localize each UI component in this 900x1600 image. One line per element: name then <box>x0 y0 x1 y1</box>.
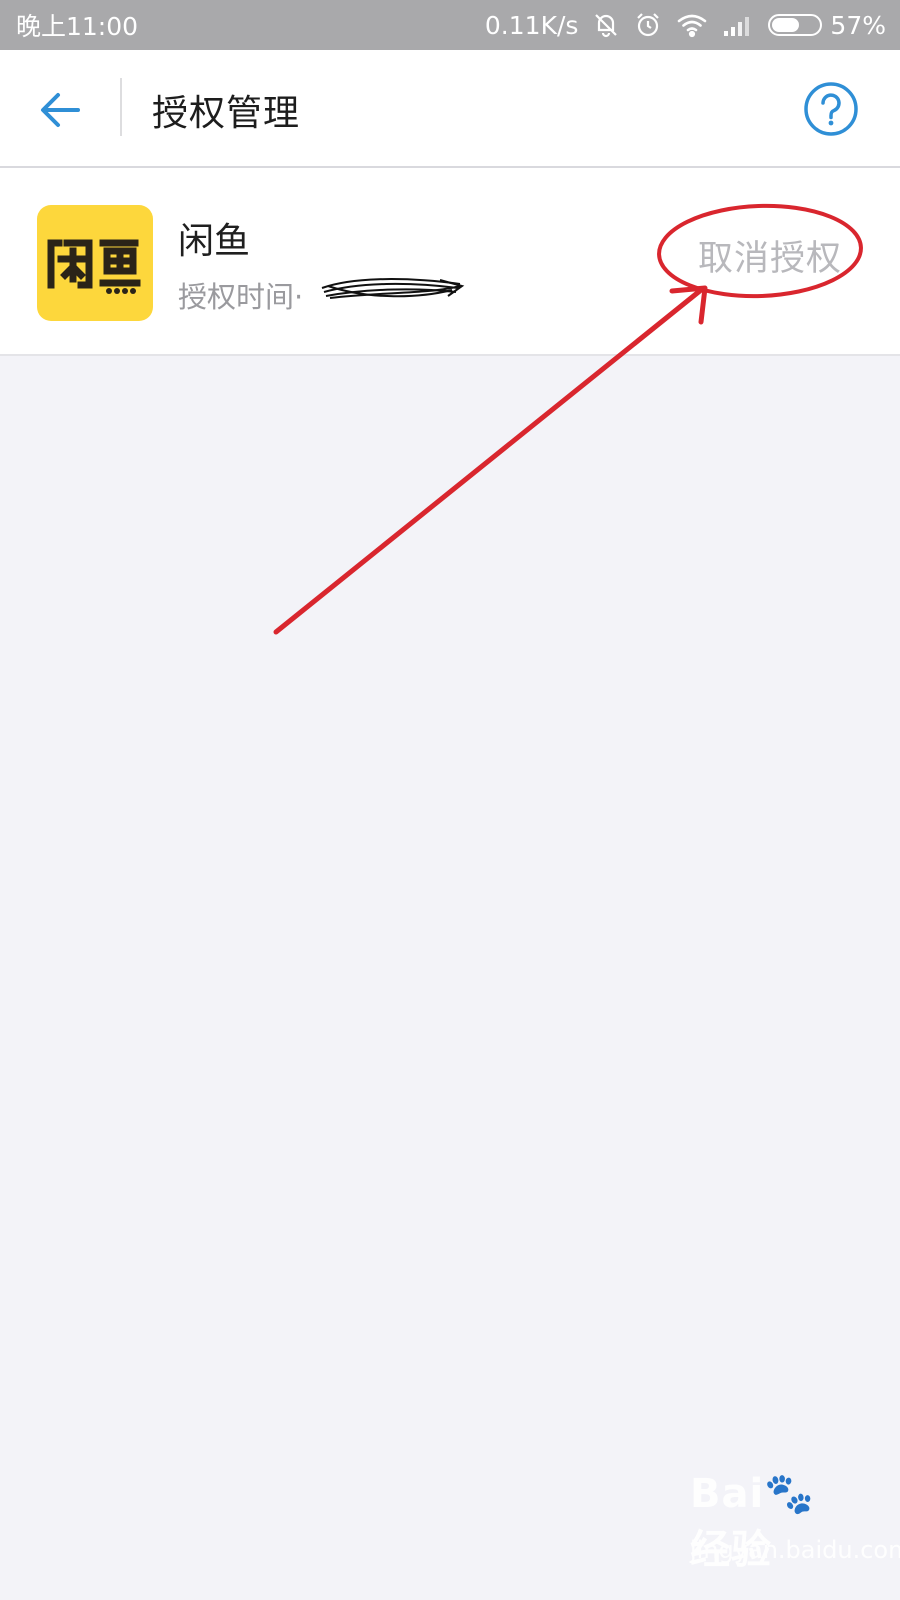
wifi-icon <box>676 12 708 38</box>
header-divider <box>120 78 122 136</box>
battery-fill <box>772 18 799 32</box>
back-button[interactable] <box>36 86 84 134</box>
net-speed: 0.11K/s <box>484 10 579 40</box>
xianyu-logo <box>47 239 141 294</box>
battery-indicator: 57% <box>768 11 886 40</box>
alarm-icon <box>634 11 662 39</box>
revoke-authorization-button[interactable]: 取消授权 <box>698 230 842 281</box>
authorized-app-row[interactable]: 闲鱼 授权时间· 取消授权 <box>0 168 900 356</box>
signal-icon <box>722 12 754 38</box>
status-time: 晚上11:00 <box>16 12 139 41</box>
status-icons: 0.11K/s 57% <box>485 11 886 40</box>
battery-percent: 57% <box>830 10 886 40</box>
battery-icon <box>768 14 823 36</box>
status-bar: 晚上11:00 0.11K/s 57% <box>0 0 900 50</box>
help-button[interactable] <box>803 81 859 137</box>
help-circle-icon <box>804 82 858 136</box>
app-name: 闲鱼 <box>178 221 251 262</box>
arrow-left-icon <box>41 93 80 127</box>
auth-time-label: 授权时间· <box>178 280 304 314</box>
watermark: Bai🐾 经验 jingyan.baidu.com <box>690 1470 900 1580</box>
xianyu-app-icon <box>37 205 153 321</box>
bell-muted-icon <box>592 11 620 39</box>
app-bar: 授权管理 <box>0 50 900 168</box>
watermark-url: jingyan.baidu.com <box>690 1536 900 1564</box>
redaction-scribble <box>321 278 465 299</box>
page-title: 授权管理 <box>152 93 301 134</box>
